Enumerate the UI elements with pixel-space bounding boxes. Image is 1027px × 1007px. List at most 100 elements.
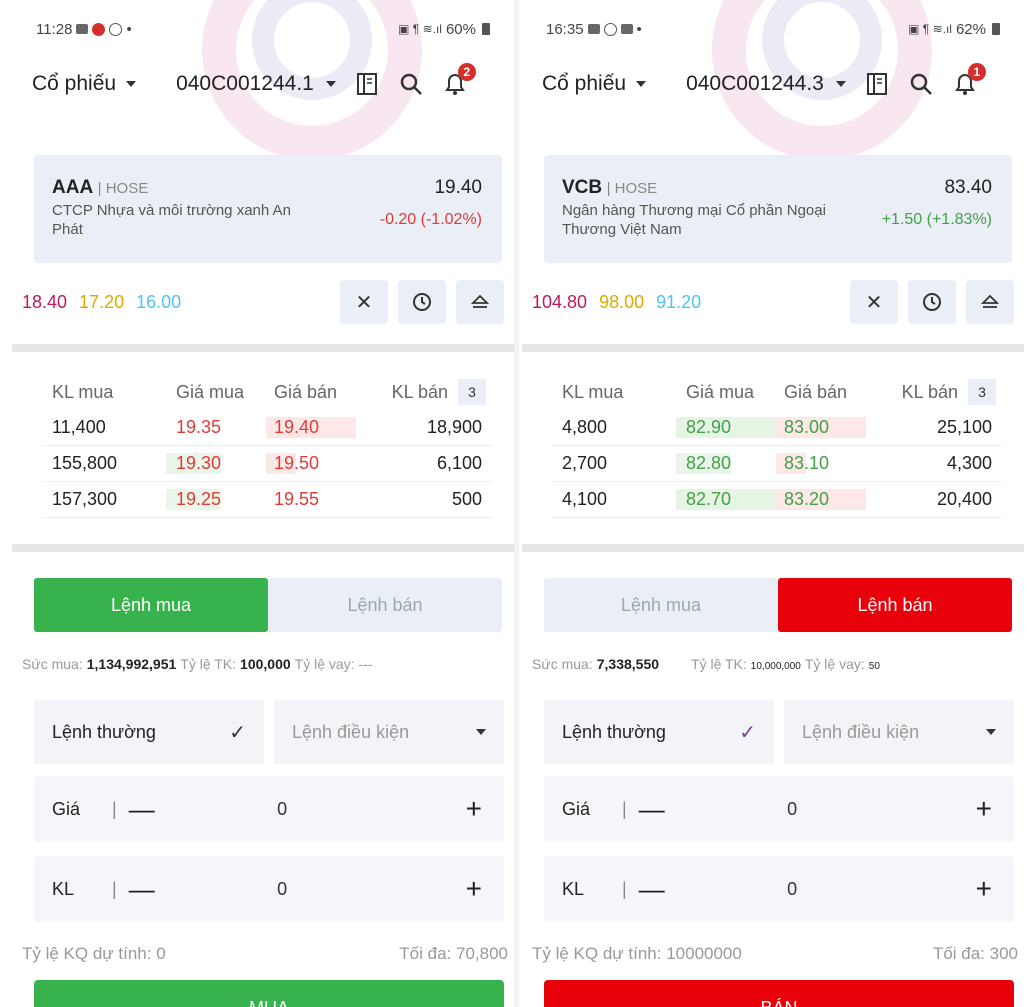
eject-icon[interactable] (966, 280, 1014, 324)
ask-price[interactable]: 83.20 (776, 489, 876, 510)
buying-power-value: 1,134,992,951 (86, 656, 177, 672)
normal-order-option[interactable]: Lệnh thường ✓ (544, 700, 774, 764)
quantity-input[interactable]: 0 (99, 879, 466, 900)
quantity-label: KL (52, 878, 75, 899)
increment-quantity-button[interactable]: + (466, 873, 504, 905)
col-bid-price: Giá mua (686, 381, 755, 402)
tab-buy-order[interactable]: Lệnh mua (34, 578, 268, 632)
bid-price[interactable]: 82.80 (676, 453, 776, 474)
conditional-order-dropdown[interactable]: Lệnh điều kiện (784, 700, 1014, 764)
price-stepper: Giá | — 0 + (34, 776, 504, 842)
stock-info-card[interactable]: VCB | HOSE 83.40 Ngân hàng Thương mại Cổ… (544, 155, 1012, 263)
order-book-header: KL mua Giá mua Giá bán KL bán 3 (552, 374, 1002, 410)
table-row[interactable]: 4,800 82.90 83.00 25,100 (552, 410, 1002, 446)
account-dropdown[interactable]: 040C001244.3 (686, 72, 846, 96)
increment-quantity-button[interactable]: + (976, 873, 1014, 905)
bid-volume: 4,100 (562, 489, 608, 509)
clock-icon[interactable] (908, 280, 956, 324)
bid-price[interactable]: 19.35 (166, 417, 266, 438)
conditional-order-dropdown[interactable]: Lệnh điều kiện (274, 700, 504, 764)
bell-icon[interactable]: 2 (442, 63, 476, 97)
ask-price[interactable]: 19.50 (266, 453, 366, 474)
quantity-stepper: KL | — 0 + (544, 856, 1014, 922)
ask-volume: 500 (451, 489, 482, 509)
header-actions: 2 (354, 63, 476, 97)
tab-sell-order[interactable]: Lệnh bán (778, 578, 1012, 632)
ask-price[interactable]: 19.55 (266, 489, 366, 510)
account-dropdown[interactable]: 040C001244.1 (176, 72, 336, 96)
max-quantity[interactable]: Tối đa: 300 (933, 944, 1018, 964)
ask-price[interactable]: 83.10 (776, 453, 876, 474)
stock-price: 19.40 (434, 177, 482, 198)
conditional-order-label: Lệnh điều kiện (802, 721, 920, 742)
bid-price[interactable]: 19.30 (166, 453, 266, 474)
close-icon[interactable]: ✕ (850, 280, 898, 324)
bid-price[interactable]: 19.25 (166, 489, 266, 510)
order-side-tabs: Lệnh mua Lệnh bán (34, 578, 502, 632)
bid-price[interactable]: 82.90 (676, 417, 776, 438)
bid-volume: 4,800 (562, 417, 608, 437)
table-row[interactable]: 4,100 82.70 83.20 20,400 (552, 482, 1002, 518)
sync-icon (109, 22, 123, 36)
buy-submit-button[interactable]: MUA (34, 980, 504, 1007)
order-type-selector: Lệnh thường ✓ Lệnh điều kiện (544, 700, 1014, 764)
chevron-down-icon (986, 729, 996, 735)
status-time: 16:35 (546, 20, 584, 38)
ask-price[interactable]: 19.40 (266, 417, 366, 438)
close-icon[interactable]: ✕ (340, 280, 388, 324)
company-name: Ngân hàng Thương mại Cổ phần Ngoại Thươn… (562, 202, 826, 238)
price-change: -0.20 (-1.02%) (379, 211, 482, 228)
status-right: ▣ ¶ ≋.ıl 60% (398, 21, 490, 38)
message-icon (620, 24, 633, 34)
buying-power-info: Sức mua: 7,338,550 Tỷ lệ TK: 10,000,000 … (532, 656, 1018, 672)
ceiling-price[interactable]: 104.80 (532, 292, 587, 313)
loan-ratio-value: --- (358, 656, 373, 672)
floor-price[interactable]: 91.20 (656, 292, 701, 313)
eject-icon[interactable] (456, 280, 504, 324)
reference-price[interactable]: 98.00 (599, 292, 644, 313)
estimated-ratio: Tỷ lệ KQ dự tính: 0 (22, 944, 166, 963)
section-divider (522, 544, 1024, 552)
floor-price[interactable]: 16.00 (136, 292, 181, 313)
bell-icon[interactable]: 1 (952, 63, 986, 97)
sell-submit-button[interactable]: BÁN (544, 980, 1014, 1007)
max-quantity[interactable]: Tối đa: 70,800 (399, 944, 508, 964)
header-actions: 1 (864, 63, 986, 97)
loan-ratio-value: 50 (868, 661, 880, 672)
reference-price[interactable]: 17.20 (79, 292, 124, 313)
stock-info-card[interactable]: AAA | HOSE 19.40 CTCP Nhựa và môi trường… (34, 155, 502, 263)
more-dot-icon: • (636, 20, 642, 38)
price-input[interactable]: 0 (609, 799, 976, 820)
tab-buy-order[interactable]: Lệnh mua (544, 578, 778, 632)
increment-price-button[interactable]: + (466, 793, 504, 825)
search-icon[interactable] (398, 71, 424, 97)
asset-type-dropdown[interactable]: Cổ phiếu (542, 72, 647, 96)
status-right: ▣ ¶ ≋.ıl 62% (908, 21, 1000, 38)
tab-sell-order[interactable]: Lệnh bán (268, 578, 502, 632)
asset-type-dropdown[interactable]: Cổ phiếu (32, 72, 137, 96)
search-icon[interactable] (908, 71, 934, 97)
table-row[interactable]: 11,400 19.35 19.40 18,900 (42, 410, 492, 446)
order-book: KL mua Giá mua Giá bán KL bán 3 4,800 82.… (552, 374, 1002, 518)
table-row[interactable]: 155,800 19.30 19.50 6,100 (42, 446, 492, 482)
stock-exchange: | HOSE (606, 180, 658, 197)
margin-ratio-label: Tỷ lệ TK: (691, 656, 747, 672)
depth-selector[interactable]: 3 (458, 379, 486, 405)
check-icon: ✓ (229, 721, 246, 744)
normal-order-option[interactable]: Lệnh thường ✓ (34, 700, 264, 764)
increment-price-button[interactable]: + (976, 793, 1014, 825)
book-icon[interactable] (864, 71, 890, 97)
bid-price[interactable]: 82.70 (676, 489, 776, 510)
ceiling-price[interactable]: 18.40 (22, 292, 67, 313)
price-input[interactable]: 0 (99, 799, 466, 820)
status-left: 11:28 • (36, 21, 132, 38)
table-row[interactable]: 157,300 19.25 19.55 500 (42, 482, 492, 518)
table-row[interactable]: 2,700 82.80 83.10 4,300 (552, 446, 1002, 482)
price-label: Giá (52, 798, 81, 819)
quantity-input[interactable]: 0 (609, 879, 976, 900)
ask-price[interactable]: 83.00 (776, 417, 876, 438)
clock-icon[interactable] (398, 280, 446, 324)
book-icon[interactable] (354, 71, 380, 97)
depth-selector[interactable]: 3 (968, 379, 996, 405)
buying-power-info: Sức mua: 1,134,992,951 Tỷ lệ TK: 100,000… (22, 656, 508, 672)
